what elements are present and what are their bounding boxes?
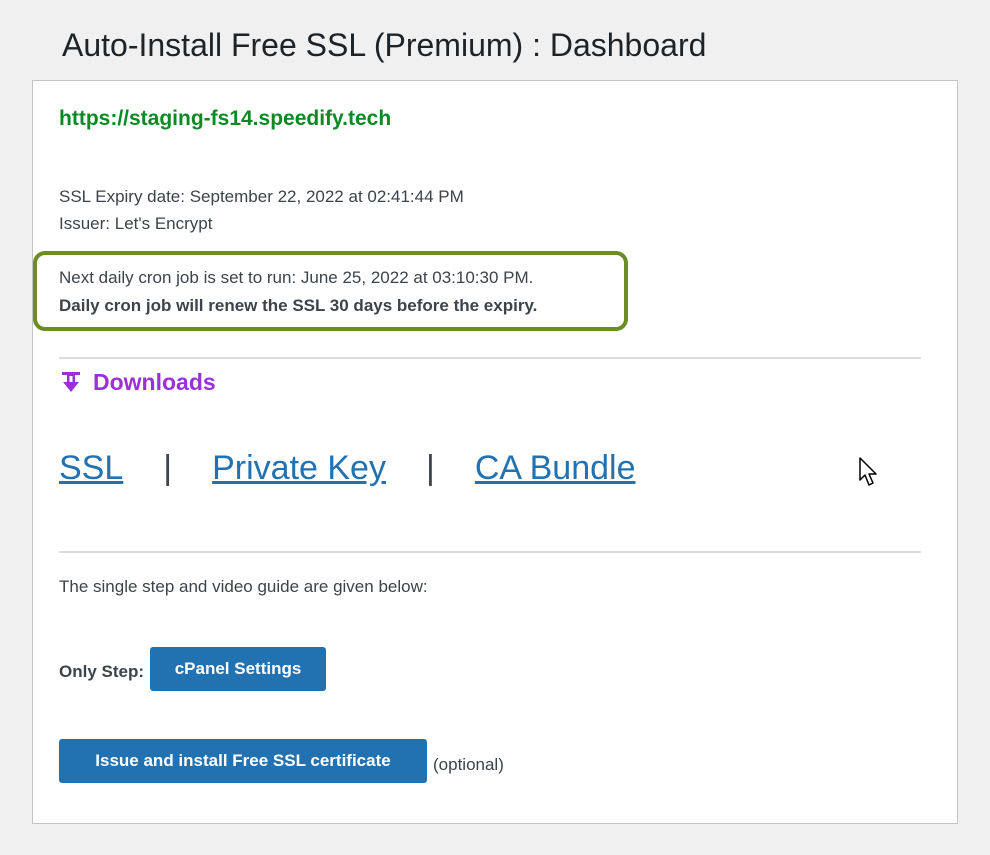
downloads-heading: Downloads — [61, 369, 216, 396]
download-ssl-link[interactable]: SSL — [59, 449, 123, 488]
ssl-issuer: Issuer: Let's Encrypt — [59, 214, 213, 233]
dashboard-panel: https://staging-fs14.speedify.tech SSL E… — [32, 80, 958, 824]
cron-next-run: Next daily cron job is set to run: June … — [59, 268, 534, 287]
only-step-label: Only Step: — [59, 662, 145, 681]
downloads-heading-label: Downloads — [93, 369, 216, 395]
divider — [59, 551, 921, 553]
download-private-key-link[interactable]: Private Key — [212, 449, 386, 488]
download-ca-bundle-link[interactable]: CA Bundle — [475, 449, 636, 488]
optional-label: (optional) — [433, 755, 504, 774]
download-icon — [61, 371, 83, 395]
issue-row: Issue and install Free SSL certificate (… — [59, 739, 504, 783]
guide-text: The single step and video guide are give… — [59, 577, 428, 596]
cron-renew-note: Daily cron job will renew the SSL 30 day… — [59, 296, 538, 315]
ssl-expiry-date: SSL Expiry date: September 22, 2022 at 0… — [59, 187, 464, 206]
mouse-cursor-icon — [858, 456, 880, 488]
site-url: https://staging-fs14.speedify.tech — [59, 107, 392, 130]
download-links: SSL | Private Key | CA Bundle — [59, 449, 635, 488]
only-step-row: Only Step: cPanel Settings — [59, 647, 327, 691]
cron-highlight-box — [33, 251, 628, 331]
issue-install-ssl-button[interactable]: Issue and install Free SSL certificate — [59, 739, 427, 783]
cpanel-settings-button[interactable]: cPanel Settings — [150, 647, 327, 691]
link-separator: | — [425, 449, 435, 487]
divider — [59, 357, 921, 359]
link-separator: | — [163, 449, 173, 487]
page-title: Auto-Install Free SSL (Premium) : Dashbo… — [62, 27, 707, 63]
